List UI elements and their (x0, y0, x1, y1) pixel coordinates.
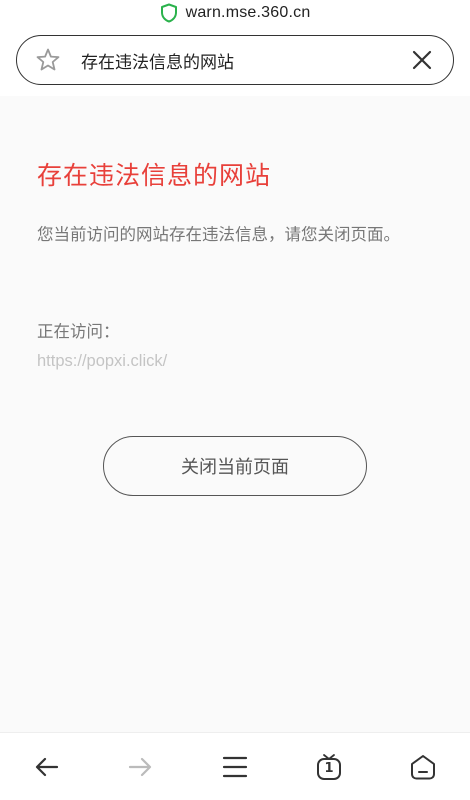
bottom-nav: 1 (0, 732, 470, 800)
forward-button[interactable] (122, 749, 158, 785)
close-icon[interactable] (411, 49, 433, 71)
tab-count: 1 (324, 761, 334, 776)
back-button[interactable] (29, 749, 65, 785)
title-bar[interactable]: 存在违法信息的网站 (16, 35, 454, 85)
url-bar[interactable]: warn.mse.360.cn (0, 0, 470, 26)
home-button[interactable] (405, 749, 441, 785)
url-host: warn.mse.360.cn (185, 4, 311, 21)
menu-icon (222, 756, 248, 778)
tabs-button[interactable]: 1 (311, 749, 347, 785)
warning-description: 您当前访问的网站存在违法信息，请您关闭页面。 (37, 225, 400, 244)
arrow-left-icon (35, 757, 59, 777)
arrow-right-icon (128, 757, 152, 777)
page-title: 存在违法信息的网站 (81, 52, 234, 73)
star-icon[interactable] (35, 47, 61, 73)
shield-check-icon (160, 3, 177, 23)
menu-button[interactable] (217, 749, 253, 785)
visiting-label: 正在访问： (37, 322, 120, 341)
warning-content: 存在违法信息的网站 您当前访问的网站存在违法信息，请您关闭页面。 正在访问： h… (0, 96, 470, 732)
visiting-url: https://popxi.click/ (37, 352, 168, 370)
close-current-page-button[interactable]: 关闭当前页面 (103, 436, 367, 496)
browser-page: warn.mse.360.cn 存在违法信息的网站 存在违法信息的网站 您当前访… (0, 0, 470, 800)
warning-heading: 存在违法信息的网站 (37, 161, 272, 190)
home-icon (411, 755, 435, 780)
browser-chrome: warn.mse.360.cn 存在违法信息的网站 (0, 0, 470, 96)
